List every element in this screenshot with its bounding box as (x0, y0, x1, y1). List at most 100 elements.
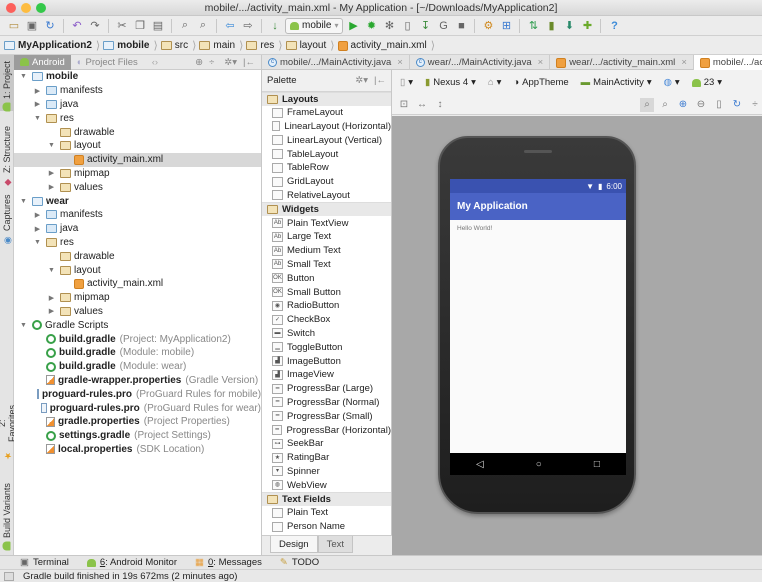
palette-group[interactable]: Layouts (262, 92, 391, 106)
tree-item[interactable]: proguard-rules.pro (ProGuard Rules for mo… (14, 387, 261, 401)
layout-options-icon[interactable]: ⊡ (397, 98, 411, 112)
cut-icon[interactable]: ✂ (114, 18, 130, 34)
run-config-select[interactable]: mobile ▾ (285, 17, 344, 34)
expanded-arrow-icon[interactable]: ▼ (47, 267, 56, 274)
palette-item[interactable]: OK Button (262, 271, 391, 285)
gear-icon[interactable]: ✲▾ (355, 75, 368, 86)
palette-item[interactable]: Person Name (262, 520, 391, 534)
collapsed-arrow-icon[interactable]: ▶ (47, 307, 56, 315)
collapsed-arrow-icon[interactable]: ▶ (33, 87, 42, 95)
tree-item[interactable]: drawable (14, 125, 261, 139)
tree-item[interactable]: ▼ wear (14, 194, 261, 208)
captures-tool-tab[interactable]: ◉ Captures (0, 194, 14, 245)
expanded-arrow-icon[interactable]: ▼ (47, 142, 56, 149)
sync-icon[interactable]: ↻ (42, 18, 58, 34)
attach-debugger-icon[interactable]: ✻ (381, 18, 397, 34)
zoom-out-icon[interactable]: ⊖ (694, 98, 708, 112)
palette-item[interactable]: FrameLayout (262, 106, 391, 120)
find-icon[interactable]: ⌕ (177, 18, 193, 34)
editor-tab[interactable]: wear/.../activity_main.xml × (550, 55, 694, 70)
tree-item[interactable]: ▼ Gradle Scripts (14, 318, 261, 332)
hello-textview[interactable]: Hello World! (450, 220, 626, 237)
tree-item[interactable]: local.properties (SDK Location) (14, 443, 261, 457)
tree-item[interactable]: build.gradle (Project: MyApplication2) (14, 332, 261, 346)
stop-icon[interactable]: ■ (453, 18, 469, 34)
tree-item[interactable]: ▶ java (14, 222, 261, 236)
palette-item[interactable]: ━ ProgressBar (Large) (262, 382, 391, 396)
tree-item[interactable]: build.gradle (Module: mobile) (14, 346, 261, 360)
palette-item[interactable]: ▟ ImageView (262, 368, 391, 382)
palette-item[interactable]: Plain Text (262, 506, 391, 520)
tab-android[interactable]: Android (14, 54, 71, 70)
theme-select[interactable]: ◑ AppTheme (510, 77, 571, 88)
close-tab-icon[interactable]: × (397, 57, 403, 68)
tree-item[interactable]: ▶ java (14, 98, 261, 112)
hide-panel-icon[interactable]: |← (374, 75, 386, 86)
api-level-select[interactable]: 23 ▾ (689, 77, 725, 88)
collapse-all-icon[interactable]: ÷ (209, 57, 214, 68)
tree-item[interactable]: ▶ values (14, 180, 261, 194)
tree-item[interactable]: activity_main.xml (14, 152, 261, 167)
collapsed-arrow-icon[interactable]: ▶ (33, 225, 42, 233)
apply-changes-icon[interactable]: ↧ (417, 18, 433, 34)
collapsed-arrow-icon[interactable]: ▶ (33, 211, 42, 219)
palette-item[interactable]: ★ RatingBar (262, 451, 391, 465)
help-icon[interactable]: ? (606, 18, 622, 34)
palette-item[interactable]: Ab Medium Text (262, 244, 391, 258)
palette-item[interactable]: RelativeLayout (262, 189, 391, 203)
close-tab-icon[interactable]: × (681, 57, 687, 68)
palette-item[interactable]: ▾ Spinner (262, 465, 391, 479)
zoom-actual-icon[interactable]: ⌕ (658, 98, 672, 112)
palette-item[interactable]: ◉ RadioButton (262, 299, 391, 313)
tree-item[interactable]: ▶ manifests (14, 208, 261, 222)
back-icon[interactable]: ⇦ (222, 18, 238, 34)
palette-item[interactable]: ✓ CheckBox (262, 313, 391, 327)
tree-item[interactable]: ▼ layout (14, 139, 261, 153)
save-icon[interactable]: ▣ (24, 18, 40, 34)
tree-item[interactable]: ▶ mipmap (14, 167, 261, 181)
device-monitor-icon[interactable]: ✚ (579, 18, 595, 34)
redo-icon[interactable]: ↷ (87, 18, 103, 34)
breadcrumb-item[interactable]: activity_main.xml (337, 40, 431, 51)
more-icon[interactable]: ÷ (748, 98, 762, 112)
palette-item[interactable]: Ab Large Text (262, 230, 391, 244)
avd-manager-icon[interactable]: ▮ (543, 18, 559, 34)
undo-icon[interactable]: ↶ (69, 18, 85, 34)
palette-item[interactable]: Ab Small Text (262, 258, 391, 272)
paste-icon[interactable]: ▤ (150, 18, 166, 34)
palette-item[interactable]: ▬ Switch (262, 327, 391, 341)
tree-item[interactable]: ▼ mobile (14, 70, 261, 84)
device-select[interactable]: ▮ Nexus 4 ▾ (422, 77, 479, 88)
tree-item[interactable]: ▶ manifests (14, 84, 261, 98)
replace-icon[interactable]: ⌕ (195, 18, 211, 34)
tab-text[interactable]: Text (317, 536, 354, 553)
tree-item[interactable]: build.gradle (Module: wear) (14, 360, 261, 374)
build-variants-tool-tab[interactable]: Build Variants (0, 475, 14, 551)
breadcrumb-item[interactable]: src (160, 40, 192, 51)
tree-item[interactable]: gradle-wrapper.properties (Gradle Version… (14, 374, 261, 388)
collapsed-arrow-icon[interactable]: ▶ (47, 294, 56, 302)
structure-tool-tab[interactable]: ◆ Z: Structure (0, 117, 14, 187)
tree-item[interactable]: ▼ res (14, 236, 261, 250)
hide-panel-icon[interactable]: |← (243, 57, 255, 68)
fill-height-icon[interactable]: ↕ (433, 98, 447, 112)
palette-item[interactable]: ▁ ToggleButton (262, 340, 391, 354)
palette-item[interactable]: OK Small Button (262, 285, 391, 299)
project-tool-tab[interactable]: 1: Project (0, 55, 14, 112)
breadcrumb-item[interactable]: main (199, 40, 239, 51)
debug-icon[interactable]: ✹ (363, 18, 379, 34)
tab-project-files[interactable]: ◐ Project Files (71, 55, 144, 70)
tab-design[interactable]: Design (270, 536, 318, 553)
scroll-from-source-icon[interactable]: ⊕ (195, 57, 203, 68)
design-surface-select[interactable]: ▯ ▾ (397, 77, 416, 88)
locale-select[interactable]: ◍ ▾ (661, 77, 683, 88)
palette-item[interactable]: LinearLayout (Horizontal) (262, 120, 391, 134)
open-icon[interactable]: ▭ (6, 18, 22, 34)
expanded-arrow-icon[interactable]: ▼ (33, 239, 42, 246)
terminal-tab[interactable]: ▣ Terminal (20, 557, 69, 568)
tree-item[interactable]: ▶ values (14, 305, 261, 319)
layout-inspector-icon[interactable]: ⊞ (498, 18, 514, 34)
palette-item[interactable]: TableRow (262, 161, 391, 175)
project-structure-icon[interactable]: ⚙ (480, 18, 496, 34)
todo-tab[interactable]: ✎ TODO (280, 557, 319, 568)
